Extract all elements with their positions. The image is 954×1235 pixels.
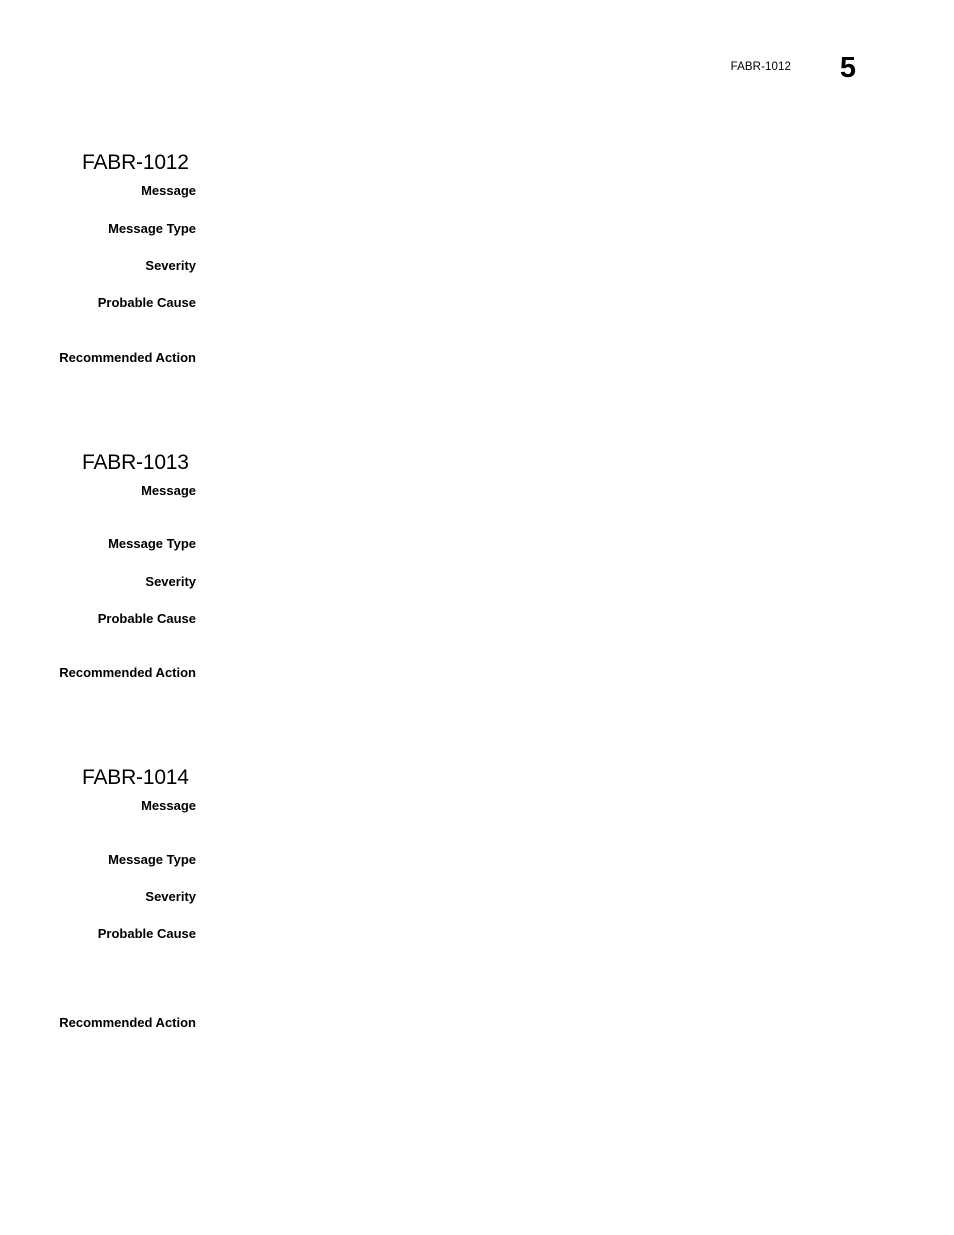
field-label: Recommended Action	[59, 350, 196, 365]
section-heading: FABR-1014	[82, 766, 189, 790]
field-label: Message Type	[108, 852, 196, 867]
field-label: Recommended Action	[59, 1015, 196, 1030]
field-label: Probable Cause	[97, 295, 196, 310]
section-heading: FABR-1013	[82, 451, 189, 475]
field-label: Message	[141, 798, 196, 813]
field-label: Message	[141, 483, 196, 498]
document-page: FABR-1012 5 FABR-1012 Message Message Type…	[0, 0, 954, 1235]
section-heading: FABR-1012	[82, 151, 189, 175]
page-running-header: FABR-1012 5	[0, 52, 954, 101]
field-label: Severity	[145, 889, 196, 904]
page-number: 5	[839, 52, 857, 84]
field-label: Probable Cause	[97, 926, 196, 941]
header-document-id: FABR-1012	[730, 61, 791, 73]
field-label: Severity	[145, 574, 196, 589]
field-label: Message	[141, 183, 196, 198]
field-label: Message Type	[108, 221, 196, 236]
field-label: Recommended Action	[59, 665, 196, 680]
field-label: Severity	[145, 258, 196, 273]
field-label: Message Type	[108, 536, 196, 551]
field-label: Probable Cause	[97, 611, 196, 626]
